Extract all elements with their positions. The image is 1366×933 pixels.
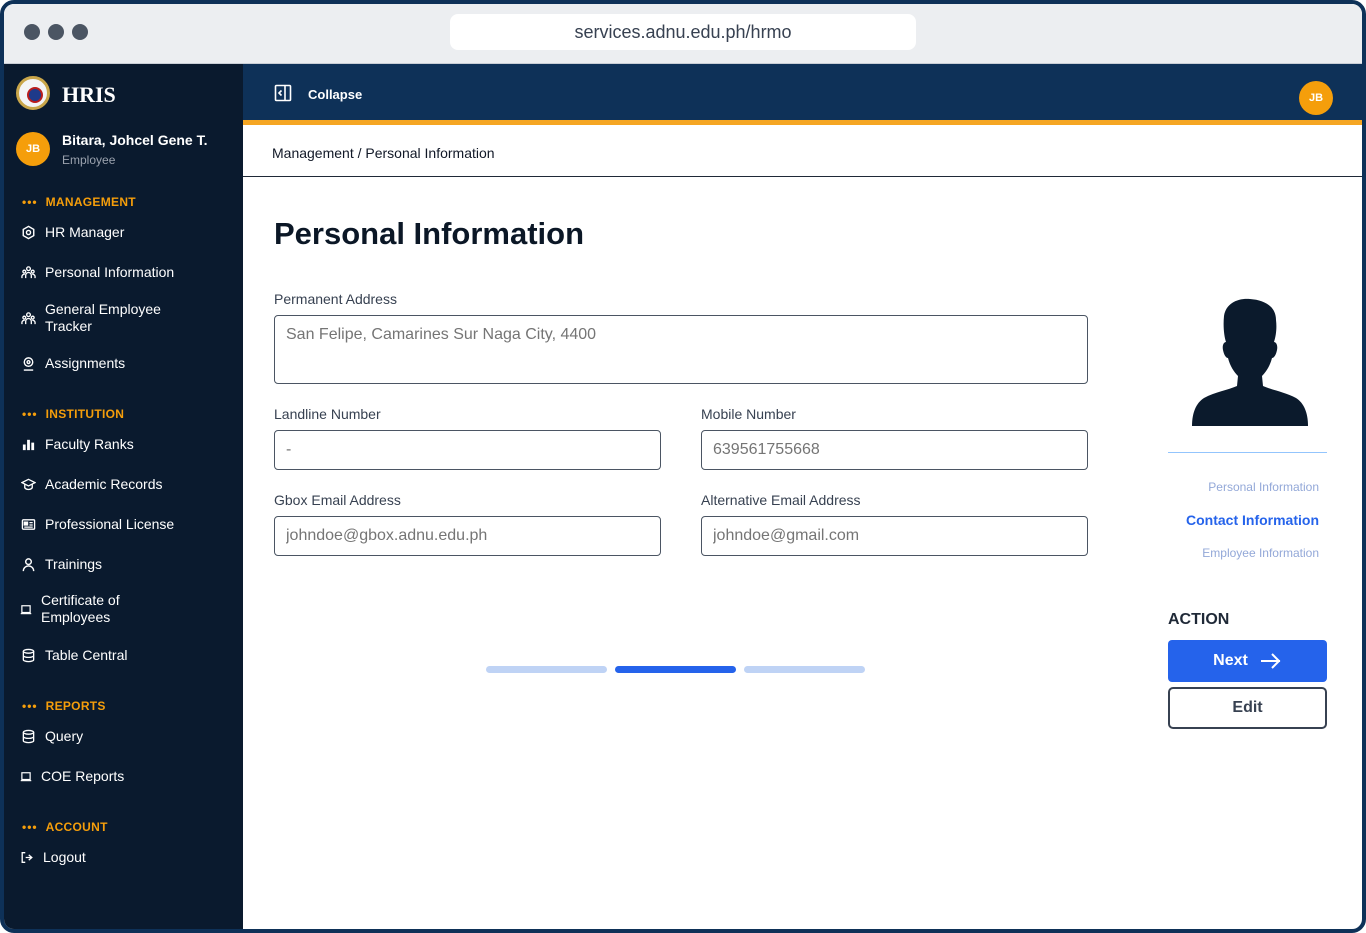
sidebar-item-label: Academic Records (45, 476, 163, 492)
progress-step-3 (744, 666, 865, 673)
landline-number-field[interactable] (274, 430, 661, 470)
location-pin-icon (20, 356, 36, 372)
sidebar-item-academic-records[interactable]: Academic Records (20, 476, 235, 493)
sidebar-collapse-icon[interactable] (274, 84, 292, 102)
document-icon (20, 769, 32, 785)
permanent-address-field[interactable] (274, 315, 1088, 384)
top-bar: Collapse JB (243, 64, 1362, 125)
alternative-email-label: Alternative Email Address (701, 492, 861, 508)
person-icon (20, 557, 36, 573)
mobile-number-label: Mobile Number (701, 406, 796, 422)
action-heading: ACTION (1168, 611, 1230, 628)
window-maximize-dot[interactable] (72, 24, 88, 40)
section-title-institution: ••• INSTITUTION (22, 407, 125, 421)
address-bar[interactable]: services.adnu.edu.ph/hrmo (450, 14, 916, 50)
sidebar-item-label: Personal Information (45, 264, 175, 280)
brand-name: HRIS (62, 82, 116, 107)
sidebar-item-trainings[interactable]: Trainings (20, 556, 235, 573)
graduation-cap-icon (20, 477, 36, 493)
sidebar-item-hr-manager[interactable]: HR Manager (20, 224, 235, 241)
sidebar-item-label: Assignments (45, 355, 126, 371)
people-icon (20, 265, 36, 281)
progress-step-1 (486, 666, 607, 673)
sidebar-item-coe-reports[interactable]: COE Reports (20, 768, 235, 785)
step-link-employee-information[interactable]: Employee Information (1202, 546, 1319, 560)
sidebar: HRIS JB Bitara, Johcel Gene T. Employee … (4, 64, 243, 929)
sidebar-item-query[interactable]: Query (20, 728, 235, 745)
sidebar-item-label: Trainings (45, 556, 103, 572)
window-close-dot[interactable] (24, 24, 40, 40)
next-button[interactable]: Next (1168, 640, 1327, 682)
avatar[interactable]: JB (1299, 81, 1333, 115)
window-minimize-dot[interactable] (48, 24, 64, 40)
section-title-account: ••• ACCOUNT (22, 820, 108, 834)
page-title: Personal Information (274, 216, 585, 251)
logout-icon (20, 850, 34, 866)
section-title-reports: ••• REPORTS (22, 699, 106, 713)
sidebar-item-faculty-ranks[interactable]: Faculty Ranks (20, 436, 235, 453)
sidebar-item-general-employee-tracker[interactable]: General Employee Tracker (20, 301, 235, 335)
arrow-right-icon (1260, 653, 1281, 669)
browser-toolbar: services.adnu.edu.ph/hrmo (4, 4, 1362, 64)
sidebar-item-label: COE Reports (41, 768, 125, 784)
next-button-label: Next (1213, 652, 1248, 669)
bar-chart-icon (20, 437, 36, 453)
sidebar-item-label: Query (45, 728, 84, 744)
sidebar-item-table-central[interactable]: Table Central (20, 647, 235, 664)
alternative-email-field[interactable] (701, 516, 1088, 556)
edit-button[interactable]: Edit (1168, 687, 1327, 729)
sidebar-item-label: Table Central (45, 647, 128, 663)
gbox-email-field[interactable] (274, 516, 661, 556)
user-role: Employee (62, 153, 116, 167)
hexagon-gear-icon (20, 225, 36, 241)
progress-step-2 (615, 666, 736, 673)
database-icon (20, 729, 36, 745)
sidebar-item-label: Faculty Ranks (45, 436, 134, 452)
database-icon (20, 648, 36, 664)
sidebar-item-label: Certificate of Employees (41, 592, 120, 625)
profile-silhouette-image (1190, 298, 1310, 426)
sidebar-item-assignments[interactable]: Assignments (20, 355, 235, 372)
divider (1168, 452, 1327, 453)
sidebar-item-label: HR Manager (45, 224, 125, 240)
sidebar-item-label: General Employee Tracker (45, 301, 161, 334)
sidebar-item-logout[interactable]: Logout (20, 849, 235, 866)
sidebar-item-certificate-of-employees[interactable]: Certificate of Employees (20, 592, 235, 626)
people-icon (20, 310, 36, 326)
section-title-management: ••• MANAGEMENT (22, 195, 136, 209)
mobile-number-field[interactable] (701, 430, 1088, 470)
collapse-button[interactable]: Collapse (308, 87, 362, 102)
id-card-icon (20, 517, 36, 533)
sidebar-item-professional-license[interactable]: Professional License (20, 516, 235, 533)
sidebar-item-personal-information[interactable]: Personal Information (20, 264, 235, 281)
sidebar-item-label: Logout (43, 849, 86, 865)
avatar: JB (16, 132, 50, 166)
user-name: Bitara, Johcel Gene T. (62, 132, 208, 148)
permanent-address-label: Permanent Address (274, 291, 397, 307)
sidebar-item-label: Professional License (45, 516, 175, 532)
landline-number-label: Landline Number (274, 406, 381, 422)
step-link-contact-information[interactable]: Contact Information (1186, 512, 1319, 528)
university-seal-logo (16, 76, 50, 110)
step-link-personal-information[interactable]: Personal Information (1208, 480, 1319, 494)
document-icon (20, 601, 32, 617)
breadcrumb: Management / Personal Information (243, 130, 1362, 177)
browser-window: services.adnu.edu.ph/hrmo HRIS JB Bitara… (0, 0, 1366, 933)
gbox-email-label: Gbox Email Address (274, 492, 401, 508)
